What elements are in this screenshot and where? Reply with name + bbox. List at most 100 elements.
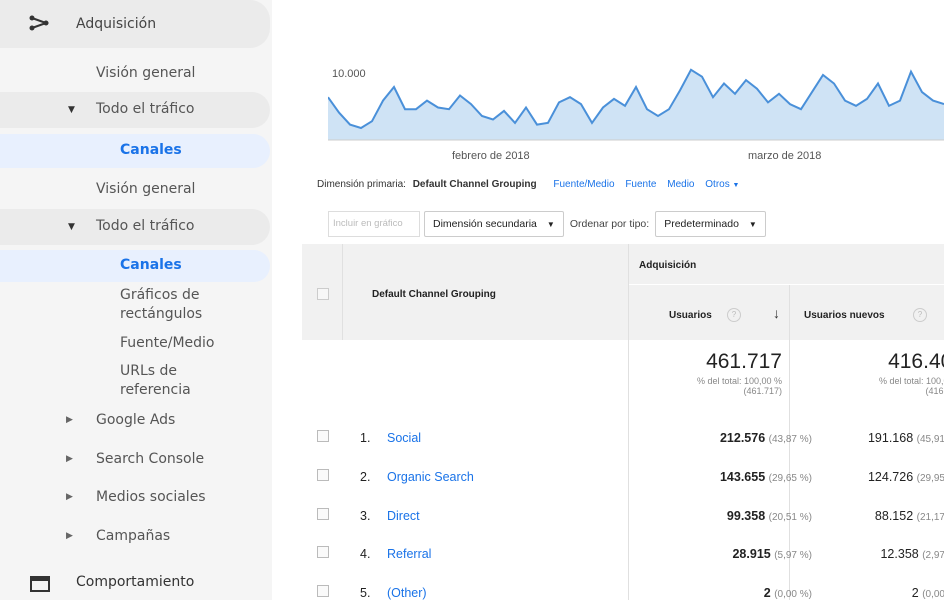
new-users-value: 191.168: [867, 431, 914, 445]
row-checkbox[interactable]: [317, 546, 329, 558]
users-total-pct: % del total: 100,00 %: [696, 376, 782, 386]
channel-link[interactable]: Referral: [387, 547, 431, 561]
acquisition-group-header: Adquisición: [629, 244, 944, 284]
plot-rows-input[interactable]: Incluir en gráfico: [328, 211, 420, 237]
sidebar-item-all-traffic[interactable]: ▼ Todo el tráfico: [0, 92, 270, 128]
table-row: 2. Organic Search 143.655 (29,65 %) 124.…: [302, 457, 944, 495]
sidebar-item-label: Google Ads: [96, 412, 176, 428]
sidebar-item-label: Fuente/Medio: [120, 335, 215, 351]
users-value: 99.358: [726, 509, 766, 523]
row-checkbox[interactable]: [317, 469, 329, 481]
users-column-header: Usuarios: [669, 310, 712, 321]
users-pct: (43,87 %): [768, 434, 812, 445]
new-users-cell: 2 (0,00 %): [912, 586, 944, 600]
dimension-option-medium[interactable]: Medio: [667, 179, 694, 190]
header-checkbox-cell: [302, 244, 342, 340]
users-pct: (29,65 %): [768, 473, 812, 484]
row-index: 2.: [360, 470, 371, 484]
sidebar-item-label: Gráficos de rectángulos: [120, 287, 203, 322]
new-users-pct: (2,97 %): [922, 550, 944, 561]
new-users-total-abs: (416.031): [925, 386, 944, 396]
table-row: 4. Referral 28.915 (5,97 %) 12.358 (2,97…: [302, 534, 944, 572]
behavior-icon: [30, 576, 50, 596]
users-cell: 212.576 (43,87 %): [720, 431, 812, 445]
acquisition-group-label: Adquisición: [639, 260, 697, 271]
users-cell: 143.655 (29,65 %): [720, 470, 812, 484]
sidebar-section-label: Comportamiento: [76, 574, 195, 590]
select-all-checkbox[interactable]: [317, 288, 329, 300]
users-total-value: 461.717: [706, 350, 782, 373]
users-cell: 28.915 (5,97 %): [732, 547, 812, 561]
channels-table: Default Channel Grouping Adquisición Usu…: [302, 244, 944, 600]
channel-link[interactable]: Organic Search: [387, 470, 474, 484]
chevron-down-icon: ▼: [732, 182, 740, 189]
sidebar-item-label: Visión general: [96, 181, 196, 197]
sidebar-item-channels[interactable]: Canales: [0, 250, 270, 282]
new-users-header-cell[interactable]: Usuarios nuevos ?: [790, 285, 944, 340]
users-total-abs: (461.717): [743, 386, 782, 396]
triangle-right-icon: ▶: [66, 415, 73, 425]
new-users-total-value: 416.406: [888, 350, 944, 373]
users-cell: 2 (0,00 %): [764, 586, 812, 600]
row-checkbox[interactable]: [317, 508, 329, 520]
sidebar-section-acquisition[interactable]: Adquisición: [0, 0, 270, 48]
channel-link[interactable]: (Other): [387, 586, 427, 600]
chevron-down-icon: ▼: [748, 219, 757, 229]
dimension-header-cell: Default Channel Grouping: [343, 244, 628, 340]
sort-arrow-down-icon: ↓: [773, 305, 780, 321]
help-icon: ?: [727, 308, 741, 322]
sidebar-item-channels[interactable]: Canales: [0, 134, 270, 168]
sidebar-item-label: URLs de referencia: [120, 363, 191, 398]
new-users-value: 2: [911, 586, 919, 600]
sidebar-item-label: Todo el tráfico: [96, 101, 195, 117]
new-users-cell: 124.726 (29,95 %): [868, 470, 944, 484]
sort-type-dropdown[interactable]: Predeterminado ▼: [655, 211, 766, 237]
users-header-cell[interactable]: Usuarios ? ↓: [629, 285, 789, 340]
new-users-cell: 12.358 (2,97 %): [880, 547, 944, 561]
new-users-pct: (21,17 %): [916, 512, 944, 523]
sidebar-item-label: Medios sociales: [96, 489, 206, 505]
sidebar-item-label: Search Console: [96, 451, 205, 467]
secondary-dimension-label: Dimensión secundaria: [433, 218, 537, 230]
row-index: 5.: [360, 586, 371, 600]
dimension-option-other[interactable]: Otros ▼: [705, 179, 739, 190]
primary-dimension-label: Dimensión primaria:: [317, 179, 406, 190]
sort-type-label: Ordenar por tipo:: [569, 218, 650, 230]
row-checkbox[interactable]: [317, 585, 329, 597]
sidebar-item-all-traffic[interactable]: ▼ Todo el tráfico: [0, 209, 270, 245]
sidebar: Adquisición Visión general ▼ Todo el trá…: [0, 0, 272, 600]
column-divider: [342, 244, 343, 340]
new-users-cell: 191.168 (45,91 %): [868, 431, 944, 445]
triangle-right-icon: ▶: [66, 531, 73, 541]
help-icon: ?: [913, 308, 927, 322]
users-value: 28.915: [732, 547, 771, 561]
new-users-value: 12.358: [880, 547, 919, 561]
new-users-value: 124.726: [867, 470, 914, 484]
table-row: 1. Social 212.576 (43,87 %) 191.168 (45,…: [302, 418, 944, 456]
triangle-down-icon: ▼: [68, 222, 75, 232]
triangle-down-icon: ▼: [68, 105, 75, 115]
sort-type-value: Predeterminado: [664, 218, 739, 230]
secondary-dimension-dropdown[interactable]: Dimensión secundaria ▼: [424, 211, 564, 237]
channel-link[interactable]: Direct: [387, 509, 420, 523]
dimension-option-source[interactable]: Fuente: [625, 179, 656, 190]
primary-dimension-bar: Dimensión primaria: Default Channel Grou…: [317, 179, 739, 190]
dimension-option-source-medium[interactable]: Fuente/Medio: [553, 179, 614, 190]
users-value: 2: [763, 586, 771, 600]
totals-row: 461.717 % del total: 100,00 % (461.717) …: [302, 340, 944, 416]
row-checkbox[interactable]: [317, 430, 329, 442]
users-pct: (0,00 %): [774, 589, 812, 600]
new-users-total-pct: % del total: 100,09 %: [878, 376, 944, 386]
dimension-option-other-label: Otros: [705, 179, 730, 190]
channel-link[interactable]: Social: [387, 431, 421, 445]
triangle-right-icon: ▶: [66, 492, 73, 502]
users-cell: 99.358 (20,51 %): [727, 509, 812, 523]
sidebar-item-label: Canales: [120, 142, 182, 158]
table-row: 5. (Other) 2 (0,00 %) 2 (0,00 %): [302, 573, 944, 600]
new-users-pct: (29,95 %): [916, 473, 944, 484]
sidebar-item-label: Campañas: [96, 528, 171, 544]
chart-ytick-label: 10.000: [332, 68, 366, 80]
row-index: 1.: [360, 431, 371, 445]
table-controls: Incluir en gráfico Dimensión secundaria …: [328, 210, 766, 238]
dimension-column-header[interactable]: Default Channel Grouping: [372, 289, 496, 300]
